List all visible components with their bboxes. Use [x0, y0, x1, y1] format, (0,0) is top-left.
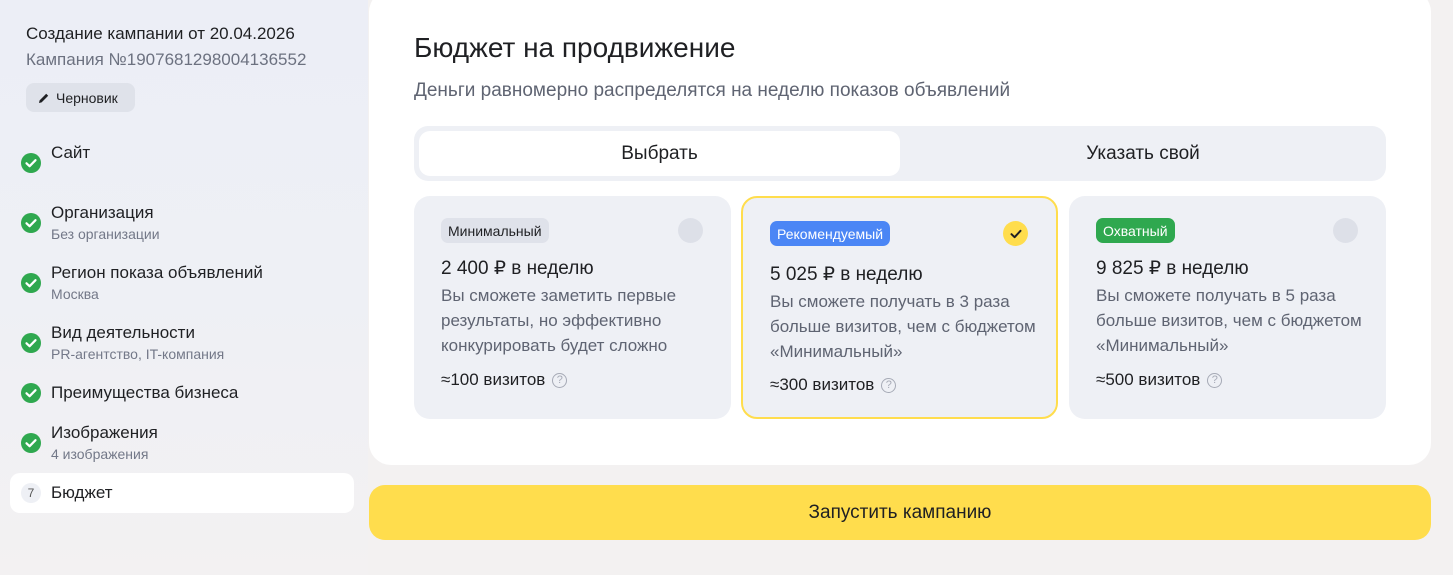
step-advantages[interactable]: Преимущества бизнеса	[0, 383, 354, 423]
visits-label: ≈500 визитов	[1096, 370, 1201, 389]
campaign-number: Кампания №1907681298004136552	[26, 50, 307, 69]
check-circle-icon	[21, 153, 41, 173]
plan-badge: Рекомендуемый	[770, 221, 891, 246]
plan-description: Вы сможете заметить первые результаты, н…	[441, 286, 677, 355]
step-title: Сайт	[51, 143, 91, 162]
step-title: Организация	[51, 203, 154, 222]
help-icon[interactable]: ?	[1207, 372, 1223, 388]
visits-label: ≈100 визитов	[441, 370, 546, 389]
draft-label: Черновик	[56, 89, 118, 106]
step-region[interactable]: Регион показа объявлений Москва	[0, 263, 354, 303]
step-number: 7	[21, 483, 41, 503]
step-budget[interactable]: 7 Бюджет	[10, 473, 354, 513]
plan-card-coverage[interactable]: Охватный 9 825 ₽ в неделю Вы сможете пол…	[1069, 196, 1386, 419]
plan-description: Вы сможете получать в 5 раза больше визи…	[1096, 286, 1362, 355]
step-subtitle: Без организации	[51, 226, 160, 242]
pencil-icon	[39, 93, 49, 103]
tab-custom[interactable]: Указать свой	[905, 131, 1381, 176]
plan-price: 5 025 ₽ в неделю	[770, 264, 923, 285]
plan-badge: Охватный	[1096, 218, 1175, 243]
check-circle-icon	[21, 213, 41, 233]
step-site[interactable]: Сайт	[0, 143, 354, 183]
tab-choose[interactable]: Выбрать	[419, 131, 900, 176]
check-circle-icon	[21, 333, 41, 353]
check-circle-icon	[21, 433, 41, 453]
page-title: Бюджет на продвижение	[414, 32, 736, 63]
launch-campaign-button[interactable]: Запустить кампанию	[369, 485, 1431, 540]
plan-price: 2 400 ₽ в неделю	[441, 258, 594, 279]
step-title: Бюджет	[51, 483, 113, 502]
plan-description: Вы сможете получать в 3 раза больше визи…	[770, 292, 1036, 361]
step-images[interactable]: Изображения 4 изображения	[0, 423, 354, 463]
radio-button[interactable]	[1333, 218, 1358, 243]
plan-badge: Минимальный	[441, 218, 549, 243]
step-subtitle: 4 изображения	[51, 446, 149, 462]
visits-label: ≈300 визитов	[770, 375, 875, 394]
help-icon[interactable]: ?	[881, 377, 897, 393]
checkmark-icon	[1010, 229, 1021, 238]
step-title: Изображения	[51, 423, 158, 442]
plan-visits: ≈500 визитов ?	[1096, 370, 1223, 390]
step-activity[interactable]: Вид деятельности PR-агентство, IT-компан…	[0, 323, 354, 363]
help-icon[interactable]: ?	[552, 372, 568, 388]
check-circle-icon	[21, 383, 41, 403]
plan-visits: ≈100 визитов ?	[441, 370, 568, 390]
step-title: Регион показа объявлений	[51, 263, 263, 282]
step-title: Преимущества бизнеса	[51, 383, 239, 402]
radio-button[interactable]	[678, 218, 703, 243]
plan-price: 9 825 ₽ в неделю	[1096, 258, 1249, 279]
plan-card-recommended[interactable]: Рекомендуемый 5 025 ₽ в неделю Вы сможет…	[741, 196, 1058, 419]
plan-visits: ≈300 визитов ?	[770, 375, 897, 395]
radio-button-checked[interactable]	[1003, 221, 1028, 246]
budget-mode-switch: Выбрать Указать свой	[414, 126, 1386, 181]
step-subtitle: PR-агентство, IT-компания	[51, 346, 225, 362]
step-subtitle: Москва	[51, 286, 99, 302]
plan-card-minimal[interactable]: Минимальный 2 400 ₽ в неделю Вы сможете …	[414, 196, 731, 419]
step-organization[interactable]: Организация Без организации	[0, 203, 354, 243]
draft-badge: Черновик	[26, 83, 135, 112]
campaign-title: Создание кампании от 20.04.2026	[26, 24, 295, 43]
check-circle-icon	[21, 273, 41, 293]
page-subtitle: Деньги равномерно распределятся на недел…	[414, 80, 1011, 101]
step-title: Вид деятельности	[51, 323, 195, 342]
